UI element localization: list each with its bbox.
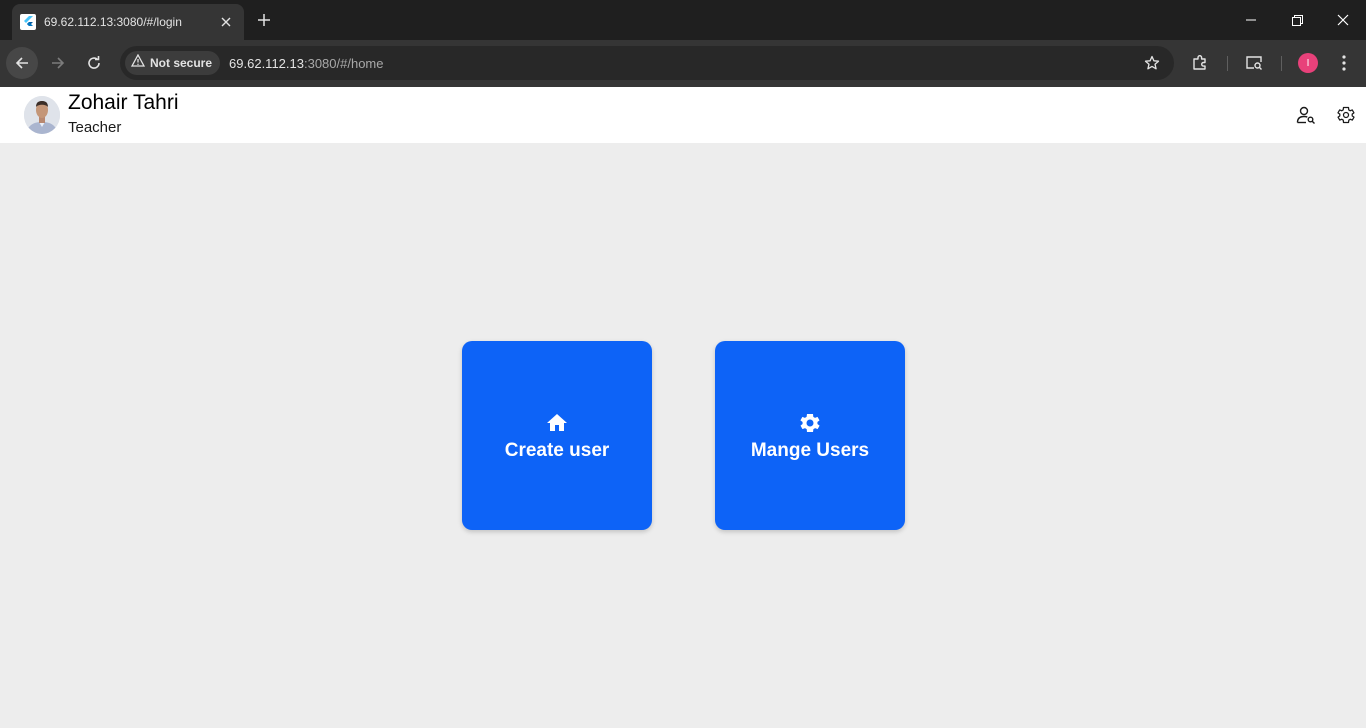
minimize-icon[interactable] (1228, 0, 1274, 40)
home-icon (545, 411, 569, 435)
forward-arrow-icon[interactable] (42, 47, 74, 79)
manage-account-icon[interactable] (1294, 103, 1318, 127)
security-chip[interactable]: Not secure (125, 51, 221, 75)
back-arrow-icon[interactable] (6, 47, 38, 79)
tab-title: 69.62.112.13:3080/#/login (44, 15, 182, 29)
user-role: Teacher (68, 119, 122, 136)
flutter-favicon-icon (20, 14, 36, 30)
browser-tab[interactable]: 69.62.112.13:3080/#/login (12, 4, 244, 40)
window-close-icon[interactable] (1320, 0, 1366, 40)
browser-tab-strip: 69.62.112.13:3080/#/login (0, 0, 1366, 40)
browser-toolbar: Not secure 69.62.112.13:3080/#/home I (0, 40, 1366, 87)
url-host: 69.62.112.13 (229, 55, 304, 71)
more-menu-icon[interactable] (1332, 51, 1356, 75)
tab-close-icon[interactable] (218, 14, 234, 30)
profile-avatar[interactable]: I (1298, 53, 1318, 73)
not-secure-label: Not secure (150, 56, 213, 70)
toolbar-divider (1281, 56, 1282, 71)
app-header: Zohair Tahri Teacher (0, 87, 1366, 143)
url-text: 69.62.112.13:3080/#/home (229, 56, 383, 71)
restore-icon[interactable] (1274, 0, 1320, 40)
extensions-puzzle-icon[interactable] (1188, 51, 1212, 75)
bookmark-star-icon[interactable] (1144, 55, 1160, 71)
gear-icon (798, 411, 822, 435)
reload-icon[interactable] (78, 47, 110, 79)
new-tab-plus-icon[interactable] (252, 8, 276, 32)
user-name: Zohair Tahri (68, 91, 179, 114)
address-bar[interactable]: Not secure 69.62.112.13:3080/#/home (120, 46, 1174, 80)
url-path: :3080/#/home (303, 55, 384, 71)
user-avatar (24, 96, 60, 134)
create-user-label: Create user (504, 440, 610, 461)
tab-search-icon[interactable] (1242, 51, 1266, 75)
manage-users-label: Mange Users (750, 440, 870, 461)
warning-triangle-icon (130, 53, 146, 72)
manage-users-button[interactable]: Mange Users (715, 341, 905, 530)
toolbar-divider (1227, 56, 1228, 71)
create-user-button[interactable]: Create user (462, 341, 652, 530)
settings-gear-icon[interactable] (1334, 103, 1358, 127)
